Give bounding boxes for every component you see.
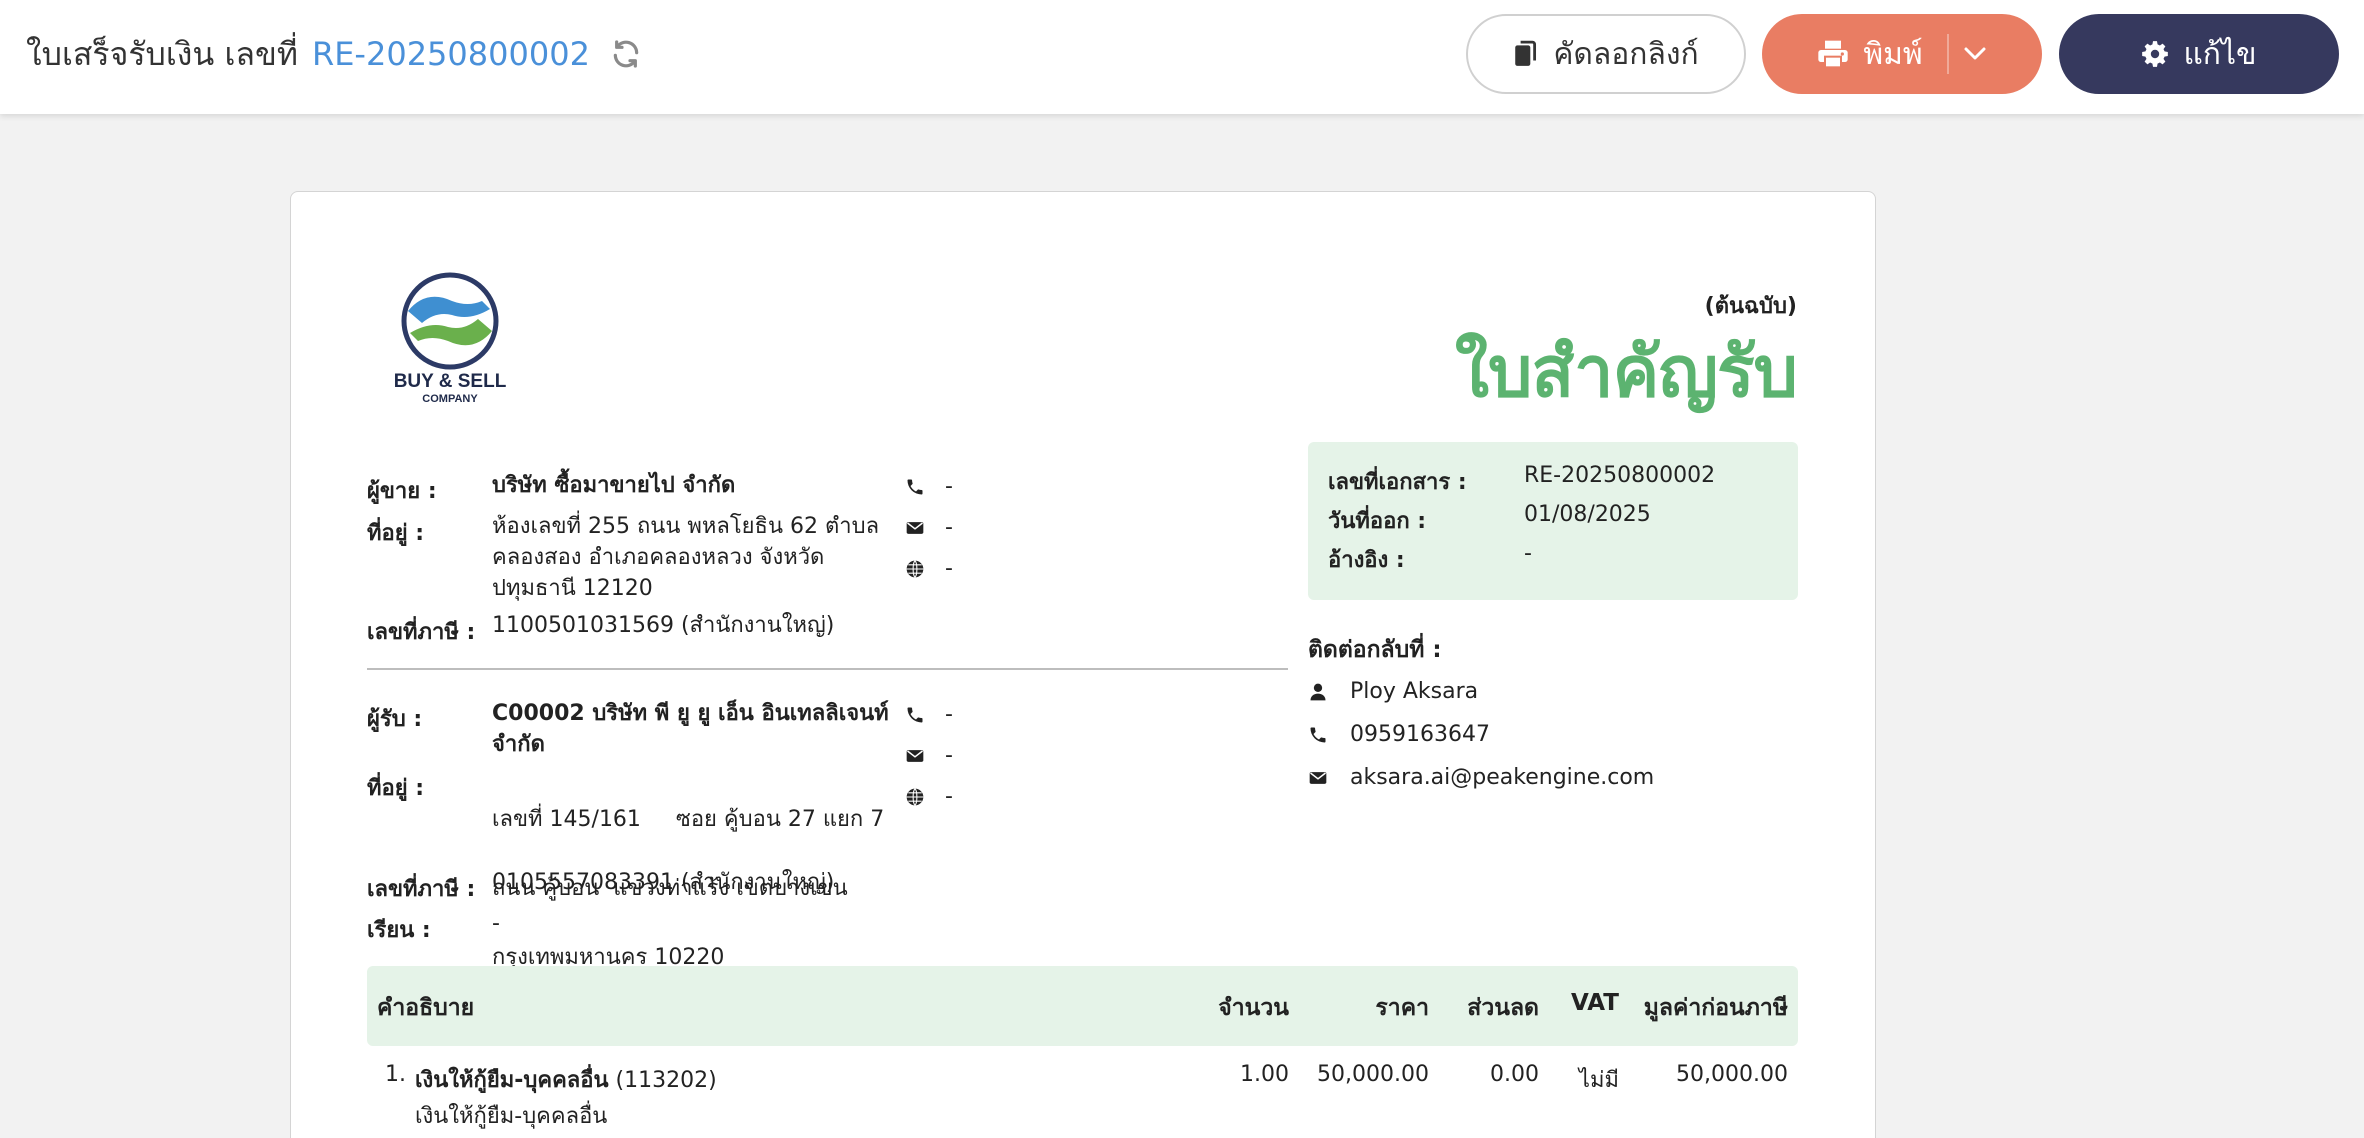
seller-name: บริษัท ซื้อมาขายไป จำกัด (492, 473, 736, 498)
issue-date-label: วันที่ออก : (1328, 509, 1427, 534)
receiver-phone-value: - (945, 702, 953, 727)
receiver-web-value: - (945, 784, 953, 809)
seller-label: ผู้ขาย : (367, 479, 437, 504)
column-vat: VAT (1571, 990, 1619, 1016)
section-divider (367, 668, 1288, 670)
document-title: ใบสำคัญรับ (1454, 331, 1798, 413)
envelope-icon (906, 749, 924, 762)
doc-no-value: RE-20250800002 (1524, 463, 1716, 488)
handshake-logo-icon: BUY & SELL COMPANY (394, 272, 507, 405)
column-amount: มูลค่าก่อนภาษี (1643, 995, 1788, 1021)
seller-phone: - (905, 474, 953, 499)
globe-icon (906, 559, 924, 578)
seller-email-value: - (945, 515, 953, 540)
logo-line2: COMPANY (422, 393, 478, 405)
copy-icon (1515, 40, 1537, 66)
row-title-name: เงินให้กู้ยืม-บุคคลอื่น (415, 1068, 609, 1093)
issue-date-value: 01/08/2025 (1524, 502, 1651, 527)
reference-label: อ้างอิง : (1328, 548, 1405, 573)
top-bar: ใบเสร็จรับเงิน เลขที่ RE-20250800002 คัด… (0, 0, 2364, 114)
globe-icon (906, 787, 924, 806)
receiver-address-line: เลขที่ 145/161 ซอย คู้บอน 27 แยก 7 (492, 807, 885, 832)
seller-web-value: - (945, 556, 953, 581)
print-button[interactable]: พิมพ์ (1762, 14, 2042, 94)
refresh-icon[interactable] (610, 38, 642, 70)
contact-phone: 0959163647 (1308, 719, 1490, 750)
page-title: ใบเสร็จรับเงิน เลขที่ RE-20250800002 (26, 30, 642, 78)
receiver-phone: - (905, 702, 953, 727)
user-icon (1310, 683, 1326, 700)
receiver-address-label: ที่อยู่ : (367, 776, 425, 801)
edit-label: แก้ไข (2183, 36, 2257, 72)
print-label: พิมพ์ (1863, 36, 1923, 72)
chevron-down-icon[interactable] (1963, 46, 1987, 62)
contact-name: Ploy Aksara (1308, 676, 1478, 707)
phone-icon (907, 707, 923, 722)
doc-number-link[interactable]: RE-20250800002 (312, 35, 590, 73)
contact-heading: ติดต่อกลับที่ : (1308, 637, 1442, 663)
receiver-name: C00002 บริษัท พี ยู ยู เอ็น อินเทลลิเจนท… (492, 698, 892, 760)
attention-value: - (492, 911, 500, 936)
table-row: 1. เงินให้กู้ยืม-บุคคลอื่น (113202) เงิน… (367, 1062, 1798, 1138)
column-qty: จำนวน (1218, 995, 1289, 1021)
attention-label: เรียน : (367, 918, 431, 943)
reference-value: - (1524, 541, 1532, 566)
row-discount: 0.00 (1490, 1062, 1539, 1087)
receiver-name-line: C00002 บริษัท พี ยู ยู เอ็น อินเทลลิเจนท… (492, 701, 889, 726)
phone-icon (907, 479, 923, 494)
copy-link-button[interactable]: คัดลอกลิงก์ (1466, 14, 1746, 94)
contact-phone-value: 0959163647 (1350, 722, 1490, 747)
doc-no-label: เลขที่เอกสาร : (1328, 470, 1467, 495)
column-description: คำอธิบาย (377, 995, 475, 1021)
gear-icon (2142, 41, 2169, 67)
phone-icon (1310, 727, 1326, 742)
row-title: เงินให้กู้ยืม-บุคคลอื่น (113202) (415, 1062, 717, 1097)
edit-button[interactable]: แก้ไข (2059, 14, 2339, 94)
envelope-icon (906, 521, 924, 534)
contact-name-value: Ploy Aksara (1350, 679, 1479, 704)
items-table-header: คำอธิบาย จำนวน ราคา ส่วนลด VAT มูลค่าก่อ… (367, 966, 1798, 1046)
receiver-label: ผู้รับ : (367, 707, 423, 732)
seller-address-line: ห้องเลขที่ 255 ถนน พหลโยธิน 62 ตำบล (492, 514, 880, 539)
seller-phone-value: - (945, 474, 953, 499)
seller-address-label: ที่อยู่ : (367, 521, 425, 546)
row-subtitle: เงินให้กู้ยืม-บุคคลอื่น (415, 1104, 608, 1129)
row-title-code: (113202) (615, 1068, 717, 1093)
seller-tax-id: 1100501031569 (สำนักงานใหญ่) (492, 613, 835, 638)
printer-icon (1818, 40, 1848, 69)
receiver-tax-label: เลขที่ภาษี : (367, 877, 476, 902)
receiver-name-line: จำกัด (492, 732, 545, 757)
receiver-web: - (905, 784, 953, 809)
seller-address-line: ปทุมธานี 12120 (492, 576, 653, 601)
contact-email-value: aksara.ai@peakengine.com (1350, 765, 1655, 790)
row-vat: ไม่มี (1578, 1068, 1619, 1093)
page-title-text: ใบเสร็จรับเงิน เลขที่ (26, 34, 298, 73)
print-divider (1946, 34, 1949, 74)
column-price: ราคา (1375, 995, 1429, 1021)
row-number: 1. (385, 1062, 406, 1087)
row-qty: 1.00 (1240, 1062, 1289, 1087)
row-price: 50,000.00 (1317, 1062, 1429, 1087)
row-amount: 50,000.00 (1676, 1062, 1788, 1087)
receiver-email-value: - (945, 743, 953, 768)
receiver-email: - (905, 743, 953, 768)
document-paper: BUY & SELL COMPANY (ต้นฉบับ) ใบสำคัญรับ … (290, 191, 1876, 1138)
envelope-icon (1309, 771, 1327, 784)
seller-email: - (905, 515, 953, 540)
seller-web: - (905, 556, 953, 581)
seller-address: ห้องเลขที่ 255 ถนน พหลโยธิน 62 ตำบล คลอง… (492, 511, 892, 604)
document-info-panel: เลขที่เอกสาร : RE-20250800002 วันที่ออก … (1308, 442, 1798, 600)
column-discount: ส่วนลด (1467, 995, 1539, 1021)
contact-email: aksara.ai@peakengine.com (1308, 762, 1654, 793)
copy-link-label: คัดลอกลิงก์ (1553, 36, 1699, 72)
seller-tax-label: เลขที่ภาษี : (367, 620, 476, 645)
company-logo: BUY & SELL COMPANY (386, 271, 514, 411)
seller-address-line: คลองสอง อำเภอคลองหลวง จังหวัด (492, 545, 825, 570)
logo-line1: BUY & SELL (394, 371, 507, 392)
receiver-tax-id: 0105557083391 (สำนักงานใหญ่) (492, 870, 835, 895)
